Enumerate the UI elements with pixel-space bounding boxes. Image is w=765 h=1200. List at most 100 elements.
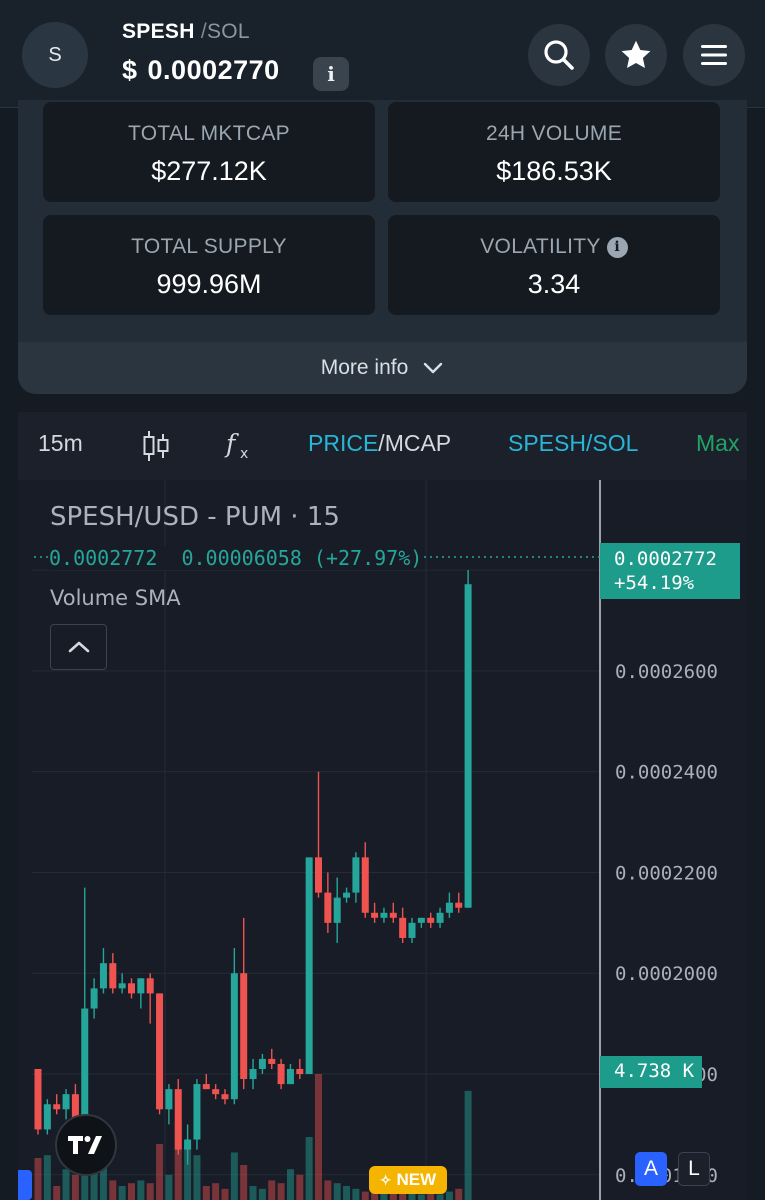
volume-bar [352, 1188, 360, 1200]
chevron-down-icon [424, 362, 443, 374]
current-price: $0.0002770 [122, 55, 280, 86]
auto-scale-button[interactable]: A [635, 1152, 667, 1186]
candle-body [174, 1089, 182, 1150]
chart-symbol-title: SPESH/USD - PUM · 15 [50, 502, 340, 532]
last-price-value: 0.0002772 [614, 548, 717, 570]
more-info-label: More info [320, 356, 409, 379]
candle-body [408, 922, 416, 938]
volume-bar [165, 1174, 173, 1200]
candle-body [464, 584, 472, 908]
stat-label: TOTAL SUPPLY [131, 235, 287, 258]
token-stats-panel: TOTAL MKTCAP $277.12K 24H VOLUME $186.53… [18, 100, 747, 394]
stat-label-text: VOLATILITY [480, 235, 601, 258]
stat-value: 999.96M [156, 269, 262, 299]
candle-body [109, 963, 117, 989]
volume-bar [333, 1183, 341, 1200]
volume-bar [137, 1180, 145, 1200]
chevron-up-icon [68, 641, 89, 653]
side-panel-handle[interactable] [18, 1170, 32, 1200]
candle-body [361, 857, 369, 913]
last-price-tag: 0.0002772 +54.19% [600, 543, 740, 599]
price-mcap-toggle[interactable]: PRICE/MCAP [308, 430, 451, 457]
search-button[interactable] [528, 24, 590, 86]
volume-bar [118, 1186, 126, 1200]
volume-bar [455, 1188, 463, 1200]
candle-body [333, 897, 341, 923]
candle-body [343, 892, 351, 898]
indicators-fx-icon[interactable]: f x [224, 428, 254, 462]
volume-bar [128, 1183, 135, 1200]
candle-body [305, 857, 313, 1075]
price-axis-tick: 0.0002000 [615, 963, 718, 985]
svg-text:x: x [240, 446, 248, 462]
token-avatar[interactable]: S [22, 22, 88, 88]
volume-bar [221, 1188, 229, 1200]
candle-body [53, 1104, 61, 1110]
pair-title: SPESH /SOL [122, 20, 250, 44]
favorite-button[interactable] [605, 24, 667, 86]
volume-bar [464, 1090, 472, 1200]
candle-body [324, 892, 332, 923]
volume-bar [202, 1186, 210, 1200]
stat-volatility: VOLATILITY i 3.34 [388, 215, 720, 315]
volume-bar [156, 1144, 164, 1200]
volatility-info-icon[interactable]: i [606, 237, 628, 258]
candle-body [62, 1094, 70, 1110]
new-badge[interactable]: ✧ NEW [369, 1166, 447, 1194]
volume-bar [230, 1152, 238, 1200]
top-bar: S SPESH /SOL $0.0002770 i [0, 0, 765, 108]
candle-body [249, 1068, 257, 1080]
menu-button[interactable] [683, 24, 745, 86]
candle-body [99, 963, 107, 989]
candle-body [240, 973, 248, 1080]
collapse-legend-button[interactable] [50, 624, 107, 670]
price-info-icon[interactable]: i [313, 57, 349, 91]
volume-bar [380, 1193, 388, 1200]
volume-bar [277, 1183, 285, 1200]
candle-body [34, 1068, 42, 1130]
price-mode-label: PRICE [308, 430, 379, 456]
volume-indicator-label: Volume SMA [50, 586, 181, 610]
stat-24h-volume: 24H VOLUME $186.53K [388, 102, 720, 202]
volume-bar [324, 1180, 332, 1200]
new-badge-label: NEW [396, 1170, 437, 1189]
volume-bar [408, 1193, 416, 1200]
candle-body [81, 1008, 89, 1120]
candle-body [258, 1058, 266, 1069]
candle-body [445, 902, 453, 913]
candle-body [436, 912, 444, 923]
volume-bar [43, 1155, 51, 1200]
tradingview-logo[interactable] [55, 1114, 117, 1176]
candle-body [212, 1089, 220, 1095]
pair-select[interactable]: SPESH/SOL [508, 430, 638, 457]
stat-total-mktcap: TOTAL MKTCAP $277.12K [43, 102, 375, 202]
volume-bar [445, 1191, 453, 1200]
candle-body [380, 912, 388, 918]
chart-toolbar: 15m f x PRICE/MCAP SPESH/SOL Max [18, 412, 747, 480]
search-icon [544, 40, 574, 70]
candle-body [137, 978, 145, 994]
interval-button[interactable]: 15m [38, 430, 83, 457]
chart-ohlc-legend: 0.0002772 0.00006058 (+27.97%) [49, 546, 423, 570]
candle-body [43, 1104, 51, 1130]
candle-body [417, 917, 425, 923]
candle-body [389, 912, 397, 918]
max-button[interactable]: Max [696, 430, 739, 457]
candles-icon[interactable] [142, 430, 170, 462]
volume-bar [427, 1193, 435, 1200]
sparkle-icon: ✧ [379, 1171, 392, 1188]
volume-bar [53, 1186, 61, 1200]
volume-bar [240, 1165, 248, 1200]
candle-body [455, 902, 463, 908]
price-axis-tick: 0.0002600 [615, 661, 718, 683]
candle-body [286, 1068, 294, 1085]
price-currency: $ [122, 55, 138, 85]
hamburger-icon [701, 45, 727, 65]
log-scale-button[interactable]: L [678, 1152, 710, 1186]
volume-bar [305, 1137, 313, 1200]
volume-bar [286, 1169, 294, 1200]
more-info-button[interactable]: More info [18, 342, 747, 394]
volume-bar [193, 1155, 201, 1200]
stat-value: 3.34 [527, 269, 581, 299]
candle-body [296, 1068, 304, 1075]
